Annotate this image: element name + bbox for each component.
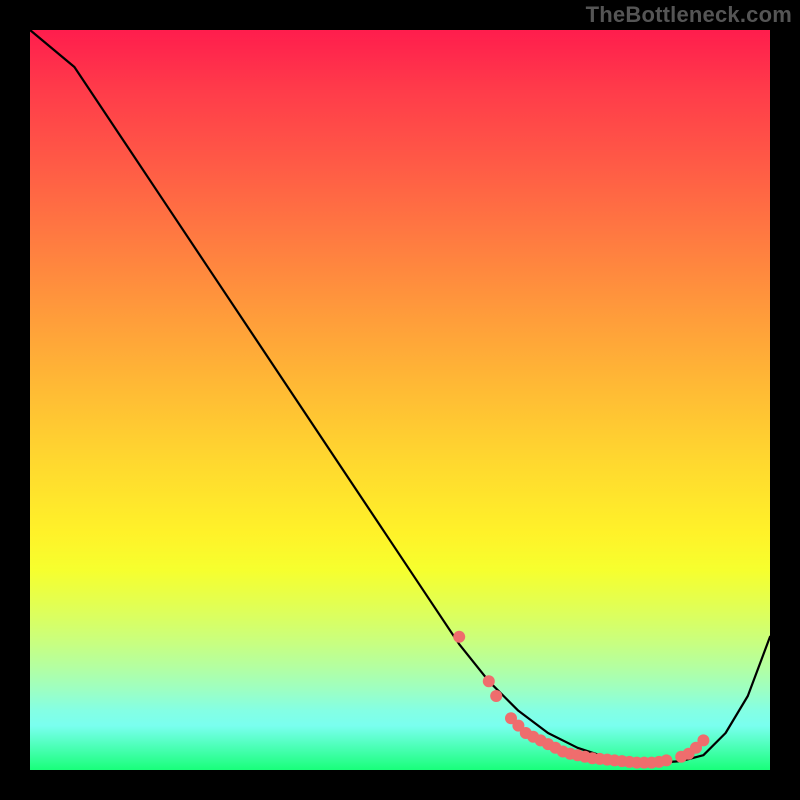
plot-area [30,30,770,770]
watermark-text: TheBottleneck.com [586,2,792,28]
data-marker [490,690,502,702]
data-marker [483,675,495,687]
chart-svg [30,30,770,770]
chart-frame: TheBottleneck.com [0,0,800,800]
bottleneck-curve [30,30,770,763]
data-marker [660,754,672,766]
data-marker [697,734,709,746]
data-marker [453,631,465,643]
